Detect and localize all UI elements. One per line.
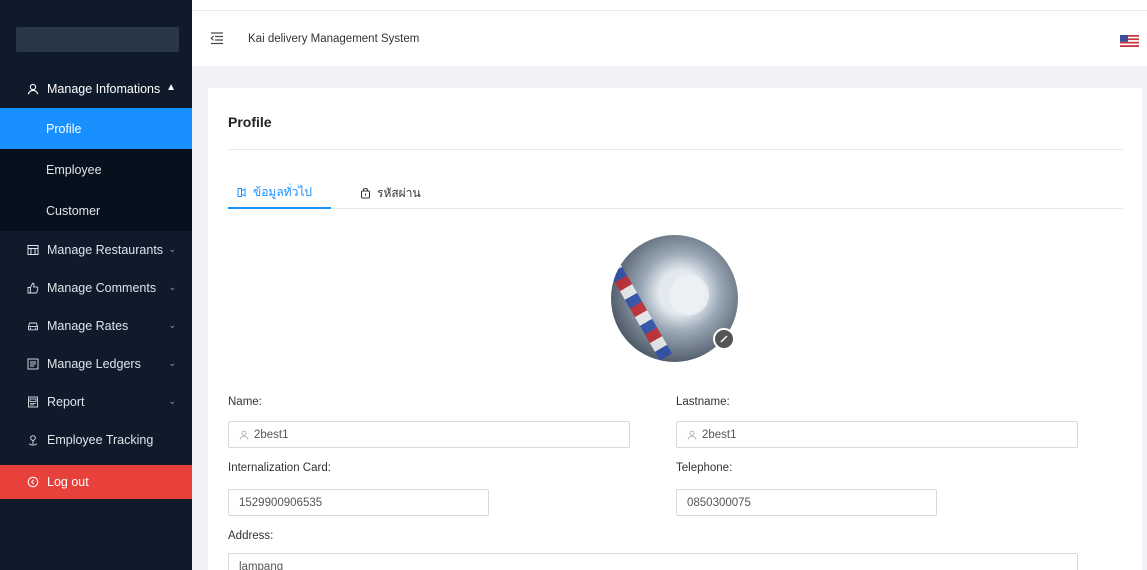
ledger-icon	[26, 357, 40, 371]
sidebar-item-label: Employee Tracking	[47, 433, 154, 447]
telephone-label: Telephone:	[676, 462, 733, 474]
sidebar-item-label: Manage Ledgers	[47, 357, 141, 371]
sidebar-item-employee-tracking[interactable]: Employee Tracking	[0, 421, 192, 459]
sidebar-item-manage-ledgers[interactable]: Manage Ledgers ⌄	[0, 345, 192, 383]
report-icon	[26, 395, 40, 409]
header: Kai delivery Management System	[192, 11, 1147, 67]
chevron-down-icon: ⌄	[168, 320, 176, 330]
telephone-field[interactable]: 0850300075	[676, 489, 937, 516]
id-card-field[interactable]: 1529900906535	[228, 489, 489, 516]
car-icon	[26, 319, 40, 333]
sidebar-item-employee[interactable]: Employee	[0, 149, 192, 190]
sidebar-item-label: Manage Rates	[47, 319, 129, 333]
logout-icon	[26, 475, 40, 489]
profile-card: Profile ข้อมูลทั่วไป รหัสผ่าน Name: 2bes…	[208, 88, 1142, 570]
sidebar-menu: Manage Infomations ▲ Profile Employee Cu…	[0, 70, 192, 499]
sidebar-item-customer[interactable]: Customer	[0, 190, 192, 231]
address-value: lampang	[239, 560, 284, 570]
tab-password[interactable]: รหัสผ่าน	[360, 178, 421, 209]
logo	[16, 27, 179, 52]
app-title: Kai delivery Management System	[248, 33, 420, 45]
sidebar-item-label: Report	[47, 395, 85, 409]
page-title: Profile	[228, 114, 272, 130]
location-icon	[26, 433, 40, 447]
divider	[228, 149, 1123, 150]
restaurant-icon	[26, 243, 40, 257]
chevron-down-icon: ⌄	[168, 358, 176, 368]
chevron-up-icon: ▲	[166, 82, 176, 93]
user-icon	[239, 430, 249, 440]
id-card-label: Internalization Card:	[228, 462, 331, 474]
sidebar-item-label: Manage Comments	[47, 281, 157, 295]
sidebar-item-profile[interactable]: Profile	[0, 108, 192, 149]
us-flag-icon[interactable]	[1120, 35, 1139, 47]
tab-label: ข้อมูลทั่วไป	[253, 185, 312, 199]
sidebar: Manage Infomations ▲ Profile Employee Cu…	[0, 0, 192, 570]
menu-fold-icon[interactable]	[210, 31, 224, 45]
user-icon	[687, 430, 697, 440]
name-field[interactable]: 2best1	[228, 421, 630, 448]
top-bar	[192, 0, 1147, 11]
sidebar-item-label: Manage Infomations	[47, 82, 161, 96]
logout-label: Log out	[47, 475, 89, 489]
telephone-value: 0850300075	[687, 496, 751, 509]
sidebar-item-report[interactable]: Report ⌄	[0, 383, 192, 421]
lastname-value: 2best1	[702, 428, 737, 441]
logout-button[interactable]: Log out	[0, 465, 192, 499]
sidebar-item-manage-rates[interactable]: Manage Rates ⌄	[0, 307, 192, 345]
thumbs-up-icon	[26, 281, 40, 295]
chevron-down-icon: ⌄	[168, 396, 176, 406]
sidebar-item-manage-comments[interactable]: Manage Comments ⌄	[0, 269, 192, 307]
address-label: Address:	[228, 530, 274, 542]
lock-icon	[360, 188, 371, 199]
lastname-field[interactable]: 2best1	[676, 421, 1078, 448]
sidebar-item-label: Manage Restaurants	[47, 243, 164, 257]
id-card-value: 1529900906535	[239, 496, 323, 509]
tab-label: รหัสผ่าน	[377, 186, 421, 200]
profile-tabs: ข้อมูลทั่วไป รหัสผ่าน	[228, 178, 1123, 209]
phone-icon	[236, 187, 247, 198]
sidebar-item-manage-restaurants[interactable]: Manage Restaurants ⌄	[0, 231, 192, 269]
sidebar-item-manage-infomations[interactable]: Manage Infomations ▲	[0, 70, 192, 108]
user-icon	[26, 82, 40, 96]
chevron-down-icon: ⌄	[168, 244, 176, 254]
camera-icon[interactable]	[713, 328, 735, 350]
submenu: Profile Employee Customer	[0, 108, 192, 231]
tab-general-info[interactable]: ข้อมูลทั่วไป	[228, 178, 331, 209]
address-field[interactable]: lampang	[228, 553, 1078, 570]
name-value: 2best1	[254, 428, 289, 441]
name-label: Name:	[228, 396, 262, 408]
chevron-down-icon: ⌄	[168, 282, 176, 292]
lastname-label: Lastname:	[676, 396, 730, 408]
